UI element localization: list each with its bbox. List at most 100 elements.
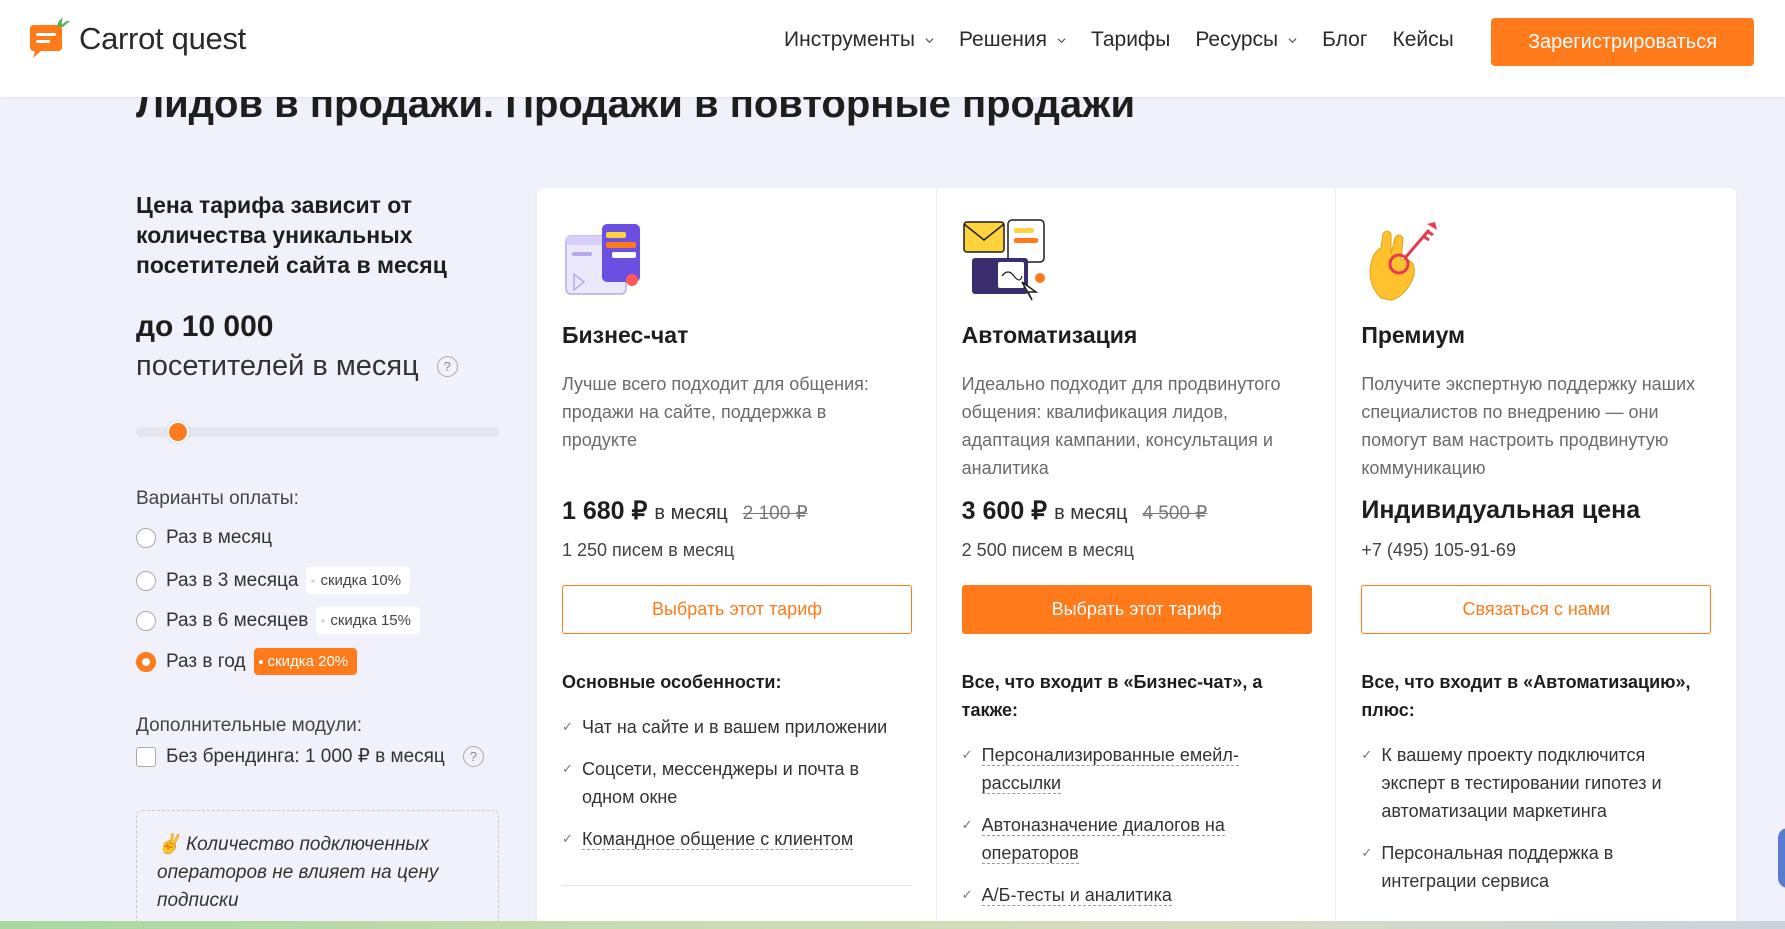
nav-item-label: Ресурсы	[1195, 28, 1279, 51]
features-title: Основные особенности:	[562, 672, 782, 692]
pricing-controls: Цена тарифа зависит от количества уникал…	[136, 190, 501, 929]
chevron-down-icon	[1057, 37, 1066, 43]
contact-us-button[interactable]: Связаться с нами	[1361, 585, 1712, 634]
feature-text: А/Б-тесты и аналитика	[981, 885, 1172, 906]
victory-hand-icon: ✌	[157, 834, 181, 855]
payment-option-label: Раз в 3 месяца	[166, 569, 299, 591]
features-title: Все, что входит в «Автоматизацию», плюс:	[1361, 672, 1691, 720]
price-current: 3 600 ₽	[961, 497, 1048, 525]
feature-item[interactable]: Персонализированные емейл-рассылки	[962, 741, 1312, 797]
payment-option-label: Раз в год	[166, 650, 246, 672]
plan-automation: Автоматизация Идеально подходит для прод…	[937, 188, 1337, 929]
question-icon[interactable]: ?	[436, 356, 458, 377]
contact-phone[interactable]: +7 (495) 105-91-69	[1361, 540, 1516, 561]
slider-handle[interactable]	[167, 421, 189, 443]
visitors-label-row: посетителей в месяц ?	[136, 350, 458, 383]
payment-option-yearly[interactable]: Раз в год скидка 20%	[136, 648, 358, 675]
plan-premium: Премиум Получите экспертную поддержку на…	[1336, 188, 1736, 929]
feature-text: Командное общение с клиентом	[582, 829, 854, 850]
payment-option-half-year[interactable]: Раз в 6 месяцев скидка 15%	[136, 607, 420, 634]
feature-item[interactable]: Командное общение с клиентом	[562, 825, 912, 853]
plan-emails: 1 250 писем в месяц	[562, 540, 735, 560]
feature-text: Персональная поддержка в интеграции серв…	[1381, 843, 1614, 891]
note-text: Количество подключенных операторов не вл…	[157, 834, 439, 911]
payment-option-label: Раз в 6 месяцев	[166, 609, 309, 631]
payment-option-quarterly[interactable]: Раз в 3 месяца скидка 10%	[136, 567, 411, 594]
site-header: Carrot quest Инструменты Решения Тарифы …	[0, 0, 1785, 97]
feature-item: К вашему проекту подключится эксперт в т…	[1361, 741, 1711, 825]
register-button[interactable]: Зарегистрироваться	[1491, 18, 1754, 66]
plan-price: 3 600 ₽ в месяц 4 500 ₽	[962, 496, 1208, 526]
nav-item-resources[interactable]: Ресурсы	[1195, 28, 1297, 52]
discount-badge: скидка 20%	[253, 648, 358, 675]
visitors-label: посетителей в месяц	[136, 350, 419, 382]
logo[interactable]: Carrot quest	[27, 17, 246, 61]
plan-business-chat: Бизнес-чат Лучше всего подходит для обще…	[537, 188, 937, 929]
discount-badge: скидка 10%	[306, 567, 411, 594]
feature-item: Соцсети, мессенджеры и почта в одном окн…	[562, 755, 912, 811]
radio-button[interactable]	[136, 528, 156, 548]
nav-item-cases[interactable]: Кейсы	[1393, 28, 1454, 52]
nav-item-tools[interactable]: Инструменты	[784, 28, 934, 52]
radio-button[interactable]	[136, 610, 156, 631]
plan-description: Получите экспертную поддержку наших спец…	[1361, 374, 1696, 478]
main-nav: Инструменты Решения Тарифы Ресурсы Блог …	[784, 28, 1479, 52]
payment-option-monthly[interactable]: Раз в месяц	[136, 527, 272, 549]
feature-text: Автоназначение диалогов на операторов	[981, 815, 1225, 864]
choose-plan-button[interactable]: Выбрать этот тариф	[961, 585, 1312, 634]
checkbox[interactable]	[136, 746, 156, 767]
bottom-strip	[0, 921, 1785, 929]
feature-text: Персонализированные емейл-рассылки	[981, 745, 1239, 794]
payment-option-label: Раз в месяц	[166, 527, 273, 548]
feature-item: Чат на сайте и в вашем приложении	[562, 713, 912, 741]
price-note: Цена тарифа зависит от количества уникал…	[136, 192, 447, 278]
nav-item-label: Кейсы	[1392, 28, 1454, 51]
chat-window-icon	[565, 224, 640, 295]
email-automation-icon	[962, 219, 1045, 301]
price-old: 4 500 ₽	[1142, 503, 1208, 524]
operators-note: ✌ Количество подключенных операторов не …	[136, 810, 499, 929]
divider	[562, 885, 912, 886]
feature-text: Соцсети, мессенджеры и почта в одном окн…	[582, 759, 860, 807]
visitors-slider[interactable]	[136, 421, 499, 443]
price-individual: Индивидуальная цена	[1361, 496, 1641, 524]
radio-button[interactable]	[136, 570, 156, 591]
hand-with-key-icon	[1369, 222, 1438, 301]
nav-item-solutions[interactable]: Решения	[959, 28, 1066, 52]
feature-item[interactable]: А/Б-тесты и аналитика	[962, 881, 1312, 909]
nav-item-label: Блог	[1322, 28, 1368, 51]
question-icon[interactable]: ?	[462, 746, 484, 767]
logo-text: Carrot quest	[79, 21, 246, 56]
choose-plan-button[interactable]: Выбрать этот тариф	[562, 585, 912, 634]
price-unit: в месяц	[654, 502, 728, 524]
price-current: 1 680 ₽	[562, 497, 648, 525]
plan-name: Автоматизация	[961, 322, 1138, 348]
module-no-branding[interactable]: Без брендинга: 1 000 ₽ в месяц ?	[136, 745, 484, 768]
payment-title: Варианты оплаты:	[136, 488, 299, 509]
plan-price: 1 680 ₽ в месяц 2 100 ₽	[562, 496, 808, 526]
plan-description: Идеально подходит для продвинутого общен…	[961, 374, 1281, 478]
carrot-logo-icon	[30, 18, 70, 58]
chevron-down-icon	[1288, 37, 1297, 43]
nav-item-label: Решения	[958, 28, 1047, 51]
plan-price: Индивидуальная цена	[1361, 496, 1640, 525]
plan-emails: 2 500 писем в месяц	[961, 540, 1134, 560]
nav-item-label: Тарифы	[1090, 28, 1171, 51]
feature-item: Персональная поддержка в интеграции серв…	[1361, 839, 1711, 895]
nav-item-label: Инструменты	[784, 28, 915, 51]
nav-item-blog[interactable]: Блог	[1322, 28, 1367, 52]
visitors-count: до 10 000	[136, 310, 274, 343]
features-list: К вашему проекту подключится эксперт в т…	[1361, 741, 1711, 909]
price-old: 2 100 ₽	[742, 503, 808, 524]
plan-description: Лучше всего подходит для общения: продаж…	[562, 374, 869, 450]
discount-badge: скидка 15%	[316, 607, 420, 634]
features-list: Персонализированные емейл-рассылки Автон…	[962, 741, 1312, 923]
modules-title: Дополнительные модули:	[136, 715, 363, 736]
features-title: Все, что входит в «Бизнес-чат», а также:	[961, 672, 1263, 720]
feature-item[interactable]: Автоназначение диалогов на операторов	[962, 811, 1312, 867]
chat-widget-button[interactable]	[1778, 828, 1785, 888]
plan-name: Премиум	[1361, 322, 1466, 348]
features-list: Чат на сайте и в вашем приложении Соцсет…	[562, 713, 912, 867]
nav-item-pricing[interactable]: Тарифы	[1091, 28, 1170, 52]
radio-button-selected[interactable]	[136, 651, 156, 672]
